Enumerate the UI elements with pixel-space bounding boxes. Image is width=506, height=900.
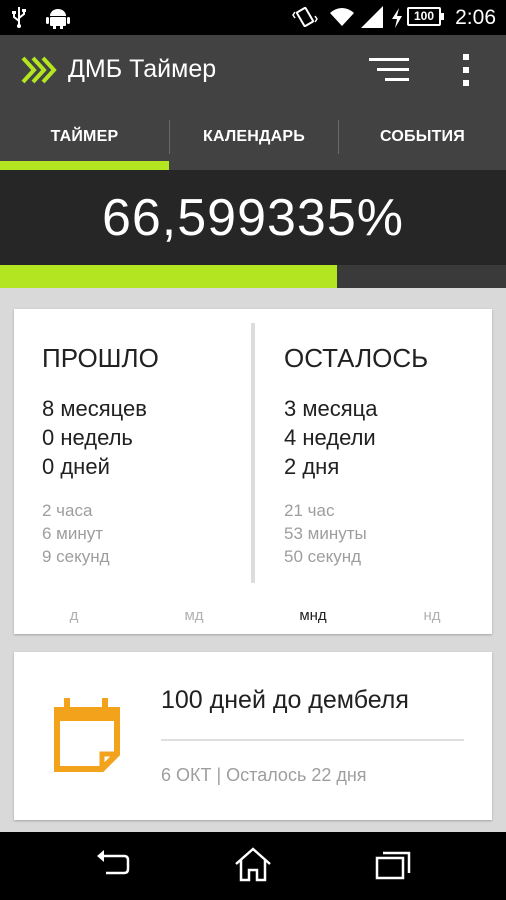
status-bar: 100 2:06 [0, 0, 506, 35]
elapsed-minutes: 6 минут [42, 524, 104, 543]
tab-calendar[interactable]: КАЛЕНДАРЬ [170, 105, 338, 170]
percent-value: 66,599335% [101, 189, 405, 247]
calendar-icon [54, 698, 120, 772]
remaining-hours: 21 час [284, 501, 335, 520]
double-chevron-logo-icon[interactable] [20, 55, 60, 85]
elapsed-weeks: 0 недель [42, 425, 133, 450]
progress-bar-fill [0, 265, 337, 288]
event-divider [161, 739, 464, 741]
remaining-months: 3 месяца [284, 396, 378, 421]
wifi-icon [330, 8, 354, 26]
android-icon [46, 9, 70, 29]
status-time: 2:06 [455, 6, 496, 29]
progress-bar [0, 265, 506, 288]
navigation-bar [0, 832, 506, 900]
percent-banner: 66,599335% [0, 170, 506, 265]
column-divider [251, 323, 255, 583]
event-subtitle: 6 ОКТ | Осталось 22 дня [161, 765, 367, 785]
remaining-seconds: 50 секунд [284, 547, 362, 566]
elapsed-days: 0 дней [42, 454, 110, 479]
home-icon[interactable] [234, 846, 272, 884]
format-option-md[interactable]: мд [164, 607, 224, 624]
event-title: 100 дней до дембеля [161, 686, 409, 714]
action-bar: ДМБ Таймер [0, 35, 506, 105]
sort-menu-icon[interactable] [369, 57, 409, 83]
tab-events[interactable]: СОБЫТИЯ [339, 105, 506, 170]
tab-selected-indicator [0, 161, 169, 170]
remaining-days: 2 дня [284, 454, 340, 479]
format-option-mnd[interactable]: мнд [283, 607, 343, 624]
event-card[interactable]: 100 дней до дембеля 6 ОКТ | Осталось 22 … [14, 652, 492, 820]
app-title: ДМБ Таймер [68, 55, 217, 83]
overflow-menu-icon[interactable] [460, 54, 472, 86]
usb-icon [12, 7, 26, 28]
recent-apps-icon[interactable] [375, 849, 411, 881]
remaining-weeks: 4 недели [284, 425, 376, 450]
remaining-minutes: 53 минуты [284, 524, 367, 543]
timer-card: ПРОШЛО 8 месяцев 0 недель 0 дней 2 часа … [14, 309, 492, 634]
format-option-nd[interactable]: нд [402, 607, 462, 624]
elapsed-months: 8 месяцев [42, 396, 147, 421]
remaining-title: ОСТАЛОСЬ [284, 343, 429, 373]
format-option-d[interactable]: д [44, 607, 104, 624]
battery-indicator: 100 [407, 7, 444, 26]
signal-icon [361, 6, 383, 28]
elapsed-title: ПРОШЛО [42, 343, 159, 373]
charging-bolt-icon [392, 8, 402, 28]
elapsed-hours: 2 часа [42, 501, 93, 520]
vibrate-icon [292, 6, 318, 28]
elapsed-seconds: 9 секунд [42, 547, 110, 566]
back-icon[interactable] [94, 846, 130, 882]
